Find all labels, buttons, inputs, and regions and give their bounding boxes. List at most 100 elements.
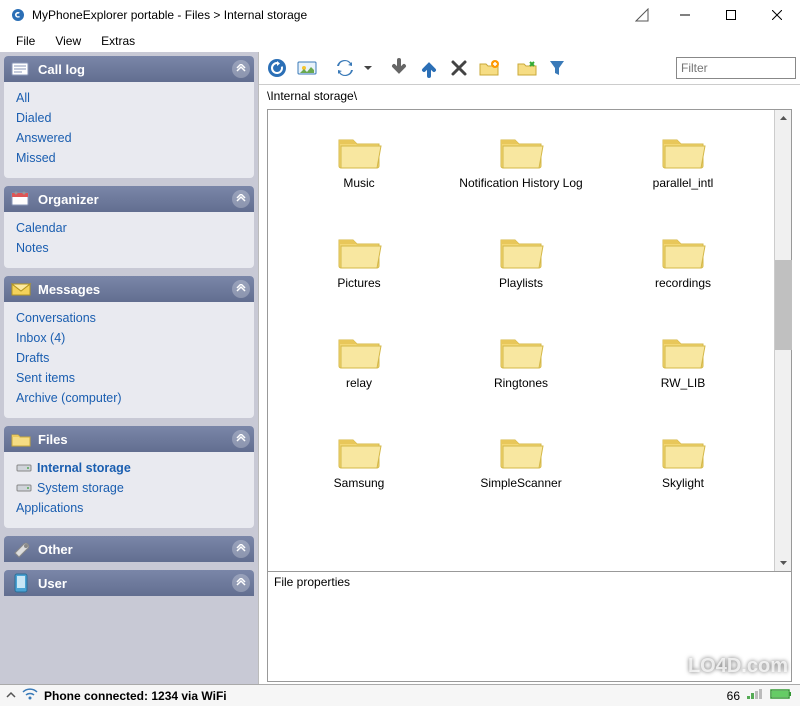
download-button[interactable] — [385, 54, 413, 82]
folder-label: Ringtones — [451, 376, 591, 390]
panel-header-user[interactable]: User — [4, 570, 254, 596]
drive-icon — [16, 462, 32, 474]
sidebar-item-drafts[interactable]: Drafts — [14, 348, 244, 368]
folder-label: Playlists — [451, 276, 591, 290]
wifi-icon — [22, 688, 38, 703]
organizer-icon — [10, 189, 32, 209]
status-bar: Phone connected: 1234 via WiFi 66 — [0, 684, 800, 706]
folder-label: Notification History Log — [451, 176, 591, 190]
files-icon — [10, 429, 32, 449]
folder-icon — [497, 130, 545, 170]
sidebar-item-all[interactable]: All — [14, 88, 244, 108]
folder-icon — [335, 130, 383, 170]
delete-button[interactable] — [445, 54, 473, 82]
resize-grip-icon — [632, 5, 652, 25]
folder-label: Music — [289, 176, 429, 190]
drive-icon — [16, 482, 32, 494]
sidebar-item-archive[interactable]: Archive (computer) — [14, 388, 244, 408]
sync-dropdown-button[interactable] — [361, 54, 375, 82]
sync-photos-button[interactable] — [293, 54, 321, 82]
collapse-icon[interactable] — [232, 190, 250, 208]
maximize-button[interactable] — [708, 0, 754, 30]
toolbar — [259, 52, 800, 85]
panel-title: User — [38, 576, 67, 591]
collapse-icon[interactable] — [232, 574, 250, 592]
panel-header-messages[interactable]: Messages — [4, 276, 254, 302]
sidebar-item-internal-storage[interactable]: Internal storage — [14, 458, 244, 478]
new-folder-button[interactable] — [475, 54, 503, 82]
sidebar-item-system-storage[interactable]: System storage — [14, 478, 244, 498]
panel-call-log: Call log All Dialed Answered Missed — [4, 56, 254, 178]
close-button[interactable] — [754, 0, 800, 30]
folder-item[interactable]: Skylight — [613, 430, 753, 530]
sidebar-item-applications[interactable]: Applications — [14, 498, 244, 518]
panel-title: Organizer — [38, 192, 99, 207]
sidebar-item-sent-items[interactable]: Sent items — [14, 368, 244, 388]
folder-item[interactable]: Playlists — [451, 230, 591, 330]
panel-files: Files Internal storage System storage Ap… — [4, 426, 254, 528]
panel-user: User — [4, 570, 254, 596]
panel-organizer: Organizer Calendar Notes — [4, 186, 254, 268]
call-log-icon — [10, 59, 32, 79]
folder-label: RW_LIB — [613, 376, 753, 390]
sidebar-item-conversations[interactable]: Conversations — [14, 308, 244, 328]
folder-label: SimpleScanner — [451, 476, 591, 490]
folder-item[interactable]: RW_LIB — [613, 330, 753, 430]
scroll-up-button[interactable] — [775, 110, 791, 127]
scroll-down-button[interactable] — [775, 554, 791, 571]
messages-icon — [10, 279, 32, 299]
panel-header-call-log[interactable]: Call log — [4, 56, 254, 82]
folder-icon — [659, 330, 707, 370]
folder-item[interactable]: parallel_intl — [613, 130, 753, 230]
sync-button[interactable] — [331, 54, 359, 82]
sidebar-item-answered[interactable]: Answered — [14, 128, 244, 148]
tools-icon — [10, 539, 32, 559]
scroll-thumb[interactable] — [775, 260, 792, 350]
folder-item[interactable]: relay — [289, 330, 429, 430]
folder-item[interactable]: SimpleScanner — [451, 430, 591, 530]
sidebar-item-missed[interactable]: Missed — [14, 148, 244, 168]
menu-extras[interactable]: Extras — [91, 32, 145, 50]
status-menu-icon[interactable] — [6, 689, 16, 703]
folder-item[interactable]: Ringtones — [451, 330, 591, 430]
folder-item[interactable]: recordings — [613, 230, 753, 330]
folder-icon — [497, 330, 545, 370]
sidebar-item-notes[interactable]: Notes — [14, 238, 244, 258]
folder-icon — [659, 430, 707, 470]
title-bar: MyPhoneExplorer portable - Files > Inter… — [0, 0, 800, 30]
folder-item[interactable]: Notification History Log — [451, 130, 591, 230]
menu-view[interactable]: View — [45, 32, 91, 50]
folder-icon — [497, 430, 545, 470]
status-text: Phone connected: 1234 via WiFi — [44, 689, 227, 703]
sync-folder-button[interactable] — [513, 54, 541, 82]
collapse-icon[interactable] — [232, 60, 250, 78]
panel-messages: Messages Conversations Inbox (4) Drafts … — [4, 276, 254, 418]
file-grid[interactable]: Music Notification History Log parallel_in… — [268, 110, 774, 571]
refresh-button[interactable] — [263, 54, 291, 82]
folder-icon — [335, 430, 383, 470]
sidebar-item-inbox[interactable]: Inbox (4) — [14, 328, 244, 348]
collapse-icon[interactable] — [232, 430, 250, 448]
upload-button[interactable] — [415, 54, 443, 82]
folder-icon — [659, 130, 707, 170]
collapse-icon[interactable] — [232, 280, 250, 298]
collapse-icon[interactable] — [232, 540, 250, 558]
folder-icon — [659, 230, 707, 270]
menu-bar: File View Extras — [0, 30, 800, 52]
panel-title: Messages — [38, 282, 100, 297]
sidebar-item-dialed[interactable]: Dialed — [14, 108, 244, 128]
folder-item[interactable]: Music — [289, 130, 429, 230]
window-title: MyPhoneExplorer portable - Files > Inter… — [32, 8, 307, 22]
folder-item[interactable]: Pictures — [289, 230, 429, 330]
panel-header-other[interactable]: Other — [4, 536, 254, 562]
vertical-scrollbar[interactable] — [774, 110, 791, 571]
panel-header-organizer[interactable]: Organizer — [4, 186, 254, 212]
filter-button[interactable] — [543, 54, 571, 82]
filter-input[interactable] — [676, 57, 796, 79]
panel-header-files[interactable]: Files — [4, 426, 254, 452]
sidebar-item-calendar[interactable]: Calendar — [14, 218, 244, 238]
minimize-button[interactable] — [662, 0, 708, 30]
menu-file[interactable]: File — [6, 32, 45, 50]
folder-item[interactable]: Samsung — [289, 430, 429, 530]
phone-icon — [10, 573, 32, 593]
